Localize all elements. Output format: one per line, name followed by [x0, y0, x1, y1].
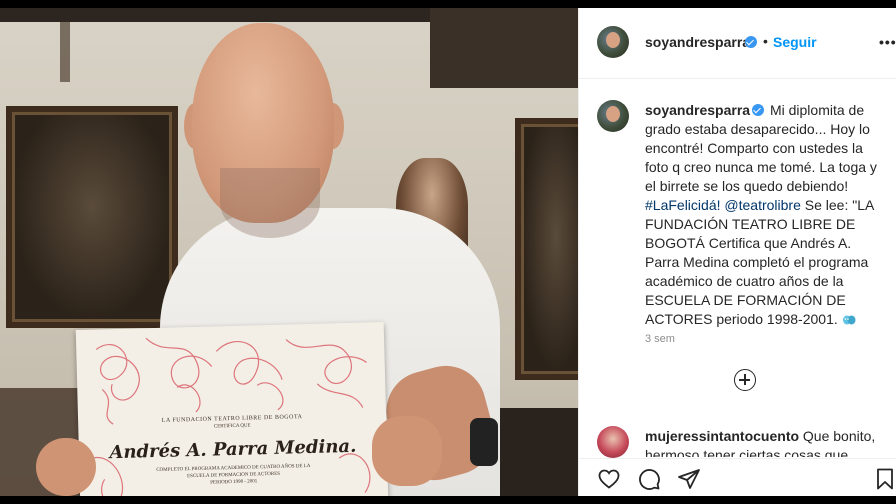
- verified-badge-icon: [745, 36, 757, 48]
- avatar-face: [606, 32, 620, 48]
- hashtag-link[interactable]: #LaFelicidá!: [645, 197, 721, 213]
- commenter-avatar[interactable]: [597, 426, 629, 458]
- performing-arts-masks-icon: [842, 315, 856, 325]
- comment-icon[interactable]: [637, 467, 661, 491]
- post-side-panel: soyandresparra • Seguir ••• soyandrespar…: [578, 8, 896, 496]
- caption-author-avatar[interactable]: [597, 100, 629, 132]
- wristwatch: [470, 418, 498, 466]
- author-username[interactable]: soyandresparra: [645, 34, 750, 50]
- heart-icon[interactable]: [597, 467, 621, 491]
- hand-right: [372, 416, 442, 486]
- post-frame: LA FUNDACION TEATRO LIBRE DE BOGOTA CERT…: [0, 8, 896, 496]
- avatar-face: [606, 106, 620, 122]
- post-header: soyandresparra • Seguir •••: [579, 8, 896, 79]
- hand-left: [36, 438, 96, 496]
- mention-link[interactable]: @teatrolibre: [724, 197, 800, 213]
- post-caption: soyandresparra Mi diplomita de grado est…: [645, 101, 885, 329]
- verified-badge-icon: [752, 104, 765, 116]
- person-beard: [220, 168, 320, 238]
- author-avatar[interactable]: [597, 26, 629, 58]
- plus-circle-icon[interactable]: [734, 369, 756, 391]
- post-photo[interactable]: LA FUNDACION TEATRO LIBRE DE BOGOTA CERT…: [0, 8, 578, 496]
- separator-dot: •: [763, 33, 768, 49]
- more-options-button[interactable]: •••: [879, 34, 896, 50]
- follow-button[interactable]: Seguir: [773, 34, 817, 50]
- painting-right: [515, 118, 578, 380]
- paper-plane-icon[interactable]: [677, 467, 701, 491]
- caption-text-2: Se lee: "LA FUNDACIÓN TEATRO LIBRE DE BO…: [645, 197, 874, 327]
- painting-left: [6, 106, 178, 328]
- dark-window: [430, 8, 578, 88]
- diploma-certificate: LA FUNDACION TEATRO LIBRE DE BOGOTA CERT…: [75, 321, 389, 496]
- beam-left: [60, 22, 70, 82]
- action-bar: [579, 458, 896, 496]
- furniture-right: [500, 408, 578, 496]
- comment-username[interactable]: mujeressintantocuento: [645, 428, 799, 444]
- caption-username[interactable]: soyandresparra: [645, 102, 750, 118]
- bookmark-icon[interactable]: [873, 467, 896, 491]
- comment-item: mujeressintantocuento Que bonito, hermos…: [645, 427, 885, 457]
- post-time[interactable]: 3 sem: [645, 333, 675, 345]
